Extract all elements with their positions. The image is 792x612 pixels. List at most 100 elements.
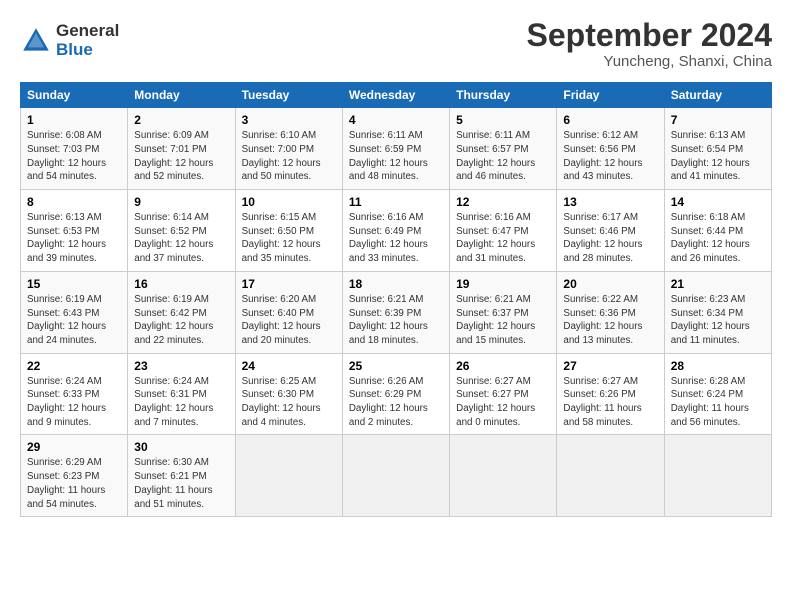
day-number: 14: [671, 195, 765, 209]
day-info: Sunrise: 6:27 AMSunset: 6:27 PMDaylight:…: [456, 375, 550, 430]
logo-general: General: [56, 22, 119, 41]
main-container: General Blue September 2024 Yuncheng, Sh…: [0, 0, 792, 527]
calendar-cell: 18 Sunrise: 6:21 AMSunset: 6:39 PMDayligh…: [342, 271, 449, 353]
day-info: Sunrise: 6:21 AMSunset: 6:37 PMDaylight:…: [456, 293, 550, 348]
day-info: Sunrise: 6:13 AMSunset: 6:54 PMDaylight:…: [671, 129, 765, 184]
calendar-cell: 26 Sunrise: 6:27 AMSunset: 6:27 PMDayligh…: [450, 353, 557, 435]
day-info: Sunrise: 6:08 AMSunset: 7:03 PMDaylight:…: [27, 129, 121, 184]
calendar-row: 8Sunrise: 6:13 AMSunset: 6:53 PMDaylight…: [21, 190, 772, 272]
day-number: 19: [456, 277, 550, 291]
day-number: 17: [242, 277, 336, 291]
day-info: Sunrise: 6:12 AMSunset: 6:56 PMDaylight:…: [563, 129, 657, 184]
calendar-row: 15 Sunrise: 6:19 AMSunset: 6:43 PMDayligh…: [21, 271, 772, 353]
day-number: 12: [456, 195, 550, 209]
day-number: 28: [671, 359, 765, 373]
calendar-cell: 4 Sunrise: 6:11 AMSunset: 6:59 PMDaylight…: [342, 108, 449, 190]
day-number: 18: [349, 277, 443, 291]
calendar-cell: 3Sunrise: 6:10 AMSunset: 7:00 PMDaylight…: [235, 108, 342, 190]
calendar-cell: [342, 435, 449, 517]
calendar-row: 29 Sunrise: 6:29 AMSunset: 6:23 PMDayligh…: [21, 435, 772, 517]
day-info: Sunrise: 6:15 AMSunset: 6:50 PMDaylight:…: [242, 211, 336, 266]
calendar-cell: 21 Sunrise: 6:23 AMSunset: 6:34 PMDayligh…: [664, 271, 771, 353]
calendar-cell: 11Sunrise: 6:16 AMSunset: 6:49 PMDayligh…: [342, 190, 449, 272]
col-friday: Friday: [557, 83, 664, 108]
day-number: 22: [27, 359, 121, 373]
day-number: 5: [456, 113, 550, 127]
day-number: 4: [349, 113, 443, 127]
calendar-cell: 17 Sunrise: 6:20 AMSunset: 6:40 PMDayligh…: [235, 271, 342, 353]
day-info: Sunrise: 6:29 AMSunset: 6:23 PMDaylight:…: [27, 456, 121, 511]
header-row: Sunday Monday Tuesday Wednesday Thursday…: [21, 83, 772, 108]
col-sunday: Sunday: [21, 83, 128, 108]
calendar-cell: 13Sunrise: 6:17 AMSunset: 6:46 PMDayligh…: [557, 190, 664, 272]
day-number: 23: [134, 359, 228, 373]
day-info: Sunrise: 6:13 AMSunset: 6:53 PMDaylight:…: [27, 211, 121, 266]
col-tuesday: Tuesday: [235, 83, 342, 108]
day-number: 24: [242, 359, 336, 373]
day-info: Sunrise: 6:23 AMSunset: 6:34 PMDaylight:…: [671, 293, 765, 348]
calendar-cell: 1 Sunrise: 6:08 AMSunset: 7:03 PMDaylight…: [21, 108, 128, 190]
logo-icon: [20, 25, 52, 57]
day-info: Sunrise: 6:16 AMSunset: 6:47 PMDaylight:…: [456, 211, 550, 266]
calendar-cell: 8Sunrise: 6:13 AMSunset: 6:53 PMDaylight…: [21, 190, 128, 272]
day-number: 7: [671, 113, 765, 127]
header: General Blue September 2024 Yuncheng, Sh…: [20, 18, 772, 70]
day-info: Sunrise: 6:20 AMSunset: 6:40 PMDaylight:…: [242, 293, 336, 348]
day-number: 16: [134, 277, 228, 291]
day-info: Sunrise: 6:10 AMSunset: 7:00 PMDaylight:…: [242, 129, 336, 184]
day-number: 10: [242, 195, 336, 209]
calendar-cell: 24Sunrise: 6:25 AMSunset: 6:30 PMDayligh…: [235, 353, 342, 435]
calendar-cell: 23 Sunrise: 6:24 AMSunset: 6:31 PMDayligh…: [128, 353, 235, 435]
day-info: Sunrise: 6:09 AMSunset: 7:01 PMDaylight:…: [134, 129, 228, 184]
month-title: September 2024: [527, 18, 772, 53]
calendar-cell: 6 Sunrise: 6:12 AMSunset: 6:56 PMDaylight…: [557, 108, 664, 190]
col-thursday: Thursday: [450, 83, 557, 108]
calendar-cell: 16Sunrise: 6:19 AMSunset: 6:42 PMDayligh…: [128, 271, 235, 353]
day-info: Sunrise: 6:18 AMSunset: 6:44 PMDaylight:…: [671, 211, 765, 266]
calendar-cell: [450, 435, 557, 517]
day-number: 29: [27, 440, 121, 454]
day-number: 6: [563, 113, 657, 127]
day-number: 25: [349, 359, 443, 373]
day-info: Sunrise: 6:28 AMSunset: 6:24 PMDaylight:…: [671, 375, 765, 430]
logo-text: General Blue: [56, 22, 119, 59]
day-number: 21: [671, 277, 765, 291]
day-info: Sunrise: 6:16 AMSunset: 6:49 PMDaylight:…: [349, 211, 443, 266]
location: Yuncheng, Shanxi, China: [527, 53, 772, 70]
calendar-cell: 14 Sunrise: 6:18 AMSunset: 6:44 PMDayligh…: [664, 190, 771, 272]
day-info: Sunrise: 6:14 AMSunset: 6:52 PMDaylight:…: [134, 211, 228, 266]
day-number: 9: [134, 195, 228, 209]
calendar-cell: 28 Sunrise: 6:28 AMSunset: 6:24 PMDayligh…: [664, 353, 771, 435]
day-number: 20: [563, 277, 657, 291]
calendar-row: 22Sunrise: 6:24 AMSunset: 6:33 PMDayligh…: [21, 353, 772, 435]
calendar-cell: 25Sunrise: 6:26 AMSunset: 6:29 PMDayligh…: [342, 353, 449, 435]
day-info: Sunrise: 6:24 AMSunset: 6:31 PMDaylight:…: [134, 375, 228, 430]
col-monday: Monday: [128, 83, 235, 108]
calendar-cell: 10 Sunrise: 6:15 AMSunset: 6:50 PMDayligh…: [235, 190, 342, 272]
calendar-cell: [235, 435, 342, 517]
day-number: 15: [27, 277, 121, 291]
calendar-row: 1 Sunrise: 6:08 AMSunset: 7:03 PMDaylight…: [21, 108, 772, 190]
day-info: Sunrise: 6:11 AMSunset: 6:59 PMDaylight:…: [349, 129, 443, 184]
calendar-cell: 19 Sunrise: 6:21 AMSunset: 6:37 PMDayligh…: [450, 271, 557, 353]
day-number: 1: [27, 113, 121, 127]
day-info: Sunrise: 6:19 AMSunset: 6:43 PMDaylight:…: [27, 293, 121, 348]
day-number: 26: [456, 359, 550, 373]
day-number: 27: [563, 359, 657, 373]
calendar-cell: 5 Sunrise: 6:11 AMSunset: 6:57 PMDaylight…: [450, 108, 557, 190]
day-info: Sunrise: 6:21 AMSunset: 6:39 PMDaylight:…: [349, 293, 443, 348]
day-number: 30: [134, 440, 228, 454]
calendar-cell: 15 Sunrise: 6:19 AMSunset: 6:43 PMDayligh…: [21, 271, 128, 353]
day-info: Sunrise: 6:11 AMSunset: 6:57 PMDaylight:…: [456, 129, 550, 184]
col-saturday: Saturday: [664, 83, 771, 108]
calendar-cell: 9 Sunrise: 6:14 AMSunset: 6:52 PMDaylight…: [128, 190, 235, 272]
calendar-cell: 20Sunrise: 6:22 AMSunset: 6:36 PMDayligh…: [557, 271, 664, 353]
logo: General Blue: [20, 22, 119, 59]
calendar-cell: 30Sunrise: 6:30 AMSunset: 6:21 PMDayligh…: [128, 435, 235, 517]
calendar-cell: 12 Sunrise: 6:16 AMSunset: 6:47 PMDayligh…: [450, 190, 557, 272]
day-info: Sunrise: 6:27 AMSunset: 6:26 PMDaylight:…: [563, 375, 657, 430]
title-block: September 2024 Yuncheng, Shanxi, China: [527, 18, 772, 70]
day-number: 2: [134, 113, 228, 127]
day-number: 13: [563, 195, 657, 209]
calendar-cell: 29 Sunrise: 6:29 AMSunset: 6:23 PMDayligh…: [21, 435, 128, 517]
